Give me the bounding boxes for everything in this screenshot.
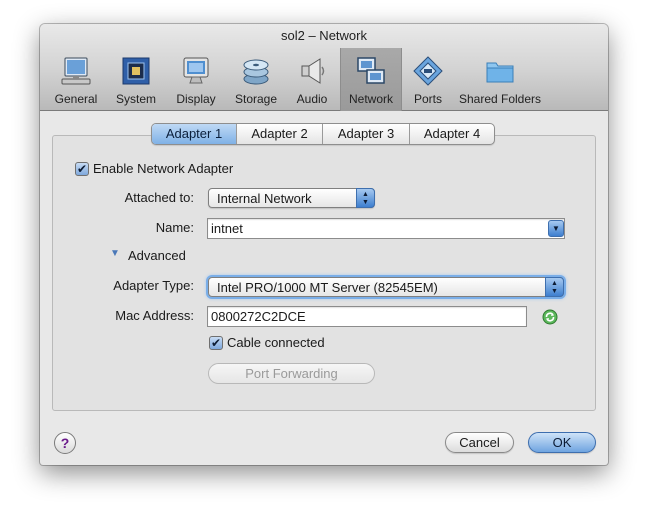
cable-connected-checkbox[interactable]: ✔ bbox=[209, 336, 223, 350]
mac-address-value: 0800272C2DCE bbox=[211, 309, 306, 324]
updown-arrows-icon: ▲ ▼ bbox=[356, 188, 375, 208]
toolbar-label-ports: Ports bbox=[413, 92, 442, 106]
toolbar-item-storage[interactable]: Storage bbox=[230, 51, 282, 111]
name-value: intnet bbox=[211, 221, 243, 236]
tab-adapter-2[interactable]: Adapter 2 bbox=[237, 124, 323, 144]
tab-adapter-1[interactable]: Adapter 1 bbox=[152, 124, 237, 144]
mac-address-field[interactable]: 0800272C2DCE bbox=[207, 306, 527, 327]
monitor-icon bbox=[61, 57, 91, 85]
tab-adapter-3[interactable]: Adapter 3 bbox=[323, 124, 410, 144]
refresh-mac-icon[interactable] bbox=[542, 309, 558, 325]
port-forwarding-button[interactable]: Port Forwarding bbox=[208, 363, 375, 384]
toolbar-item-audio[interactable]: Audio bbox=[288, 51, 336, 111]
toolbar-label-shared-folders: Shared Folders bbox=[458, 92, 542, 106]
speaker-icon bbox=[301, 58, 325, 84]
display-icon bbox=[183, 57, 209, 84]
toolbar-item-ports[interactable]: Ports bbox=[406, 51, 450, 111]
settings-window: sol2 – Network General System Display St… bbox=[40, 24, 608, 465]
window-title: sol2 – Network bbox=[281, 28, 367, 43]
chip-icon bbox=[122, 57, 150, 85]
toolbar-item-system[interactable]: System bbox=[110, 51, 162, 111]
toolbar-label-network: Network bbox=[348, 92, 393, 106]
titlebar: sol2 – Network General System Display St… bbox=[40, 24, 608, 111]
enable-adapter-label: Enable Network Adapter bbox=[93, 161, 234, 176]
folder-icon bbox=[486, 62, 514, 83]
disclosure-triangle-icon[interactable]: ▼ bbox=[110, 248, 120, 259]
toolbar-item-general[interactable]: General bbox=[50, 51, 102, 111]
disk-stack-icon bbox=[243, 59, 269, 85]
network-icon bbox=[357, 57, 385, 84]
ok-button[interactable]: OK bbox=[528, 432, 596, 453]
attached-to-popup[interactable]: Internal Network ▲ ▼ bbox=[208, 188, 375, 208]
chevron-down-icon[interactable]: ▼ bbox=[548, 220, 564, 237]
attached-to-label: Attached to: bbox=[124, 190, 194, 205]
name-label: Name: bbox=[155, 220, 194, 235]
toolbar-label-general: General bbox=[54, 92, 98, 106]
cable-connected-label: Cable connected bbox=[227, 335, 325, 350]
toolbar-label-system: System bbox=[115, 92, 156, 106]
adapter-type-value: Intel PRO/1000 MT Server (82545EM) bbox=[217, 280, 438, 295]
mac-address-label: Mac Address: bbox=[115, 308, 194, 323]
toolbar-item-display[interactable]: Display bbox=[168, 51, 224, 111]
adapter-type-label: Adapter Type: bbox=[113, 278, 194, 293]
tab-adapter-4[interactable]: Adapter 4 bbox=[410, 124, 494, 144]
advanced-label[interactable]: Advanced bbox=[128, 248, 186, 263]
name-combobox[interactable]: intnet ▼ bbox=[207, 218, 565, 239]
toolbar-item-network[interactable]: Network bbox=[340, 48, 402, 111]
toolbar-label-display: Display bbox=[176, 92, 216, 106]
adapter-type-popup[interactable]: Intel PRO/1000 MT Server (82545EM) ▲ ▼ bbox=[208, 277, 564, 297]
toolbar-label-audio: Audio bbox=[296, 92, 328, 106]
attached-to-value: Internal Network bbox=[217, 191, 312, 206]
adapter-tabs: Adapter 1 Adapter 2 Adapter 3 Adapter 4 bbox=[151, 123, 495, 145]
updown-arrows-icon: ▲ ▼ bbox=[545, 277, 564, 297]
settings-toolbar: General System Display Storage Audio Net… bbox=[40, 46, 608, 111]
port-icon bbox=[413, 56, 443, 86]
toolbar-item-shared-folders[interactable]: Shared Folders bbox=[454, 51, 546, 111]
cancel-button[interactable]: Cancel bbox=[445, 432, 514, 453]
help-button[interactable]: ? bbox=[54, 432, 76, 454]
toolbar-label-storage: Storage bbox=[234, 92, 278, 106]
enable-adapter-checkbox[interactable]: ✔ bbox=[75, 162, 89, 176]
